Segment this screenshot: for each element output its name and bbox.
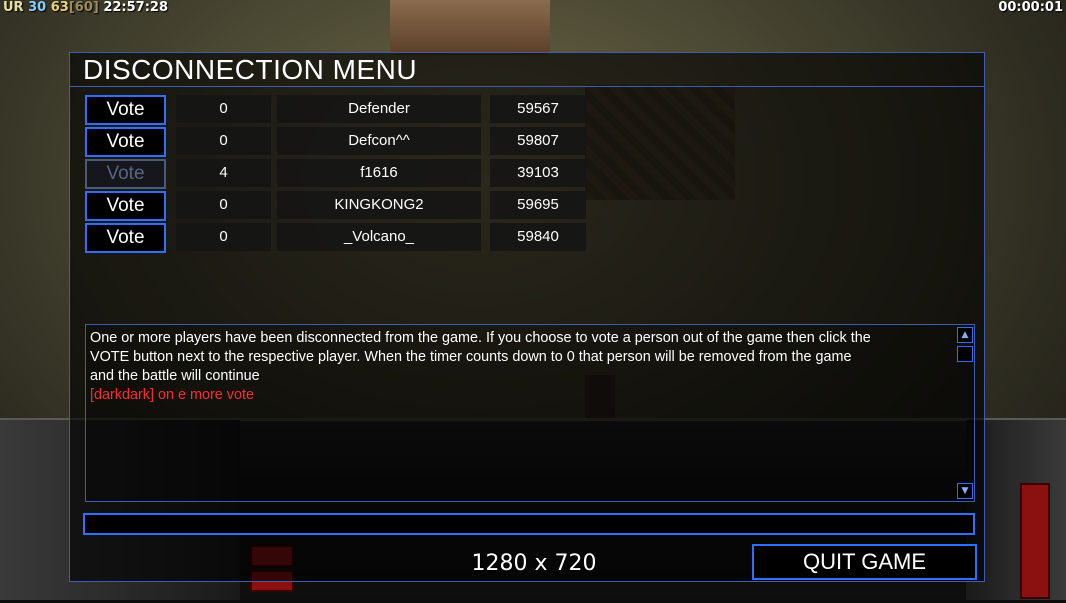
scroll-up-icon[interactable]: ▲ [957, 327, 973, 343]
vote-count: 0 [176, 95, 271, 123]
ping-bracket-value: [60] [68, 0, 99, 15]
player-name: f1616 [277, 159, 481, 187]
vote-button[interactable]: Vote [85, 95, 166, 125]
power-meter [1020, 483, 1050, 599]
player-ping: 59695 [490, 191, 586, 219]
ping-value: 63 [50, 0, 69, 15]
vote-alert-message: [darkdark] on e more vote [90, 387, 254, 403]
player-name: KINGKONG2 [277, 191, 481, 219]
player-name: Defcon^^ [277, 127, 481, 155]
player-ping: 59567 [490, 95, 586, 123]
system-clock: 22:57:28 [103, 0, 169, 15]
quit-game-button[interactable]: QUIT GAME [752, 544, 977, 580]
ur-label: UR [3, 0, 24, 15]
dialog-title: DISCONNECTION MENU [83, 54, 418, 85]
message-line: VOTE button next to the respective playe… [90, 349, 852, 365]
game-timer: 00:00:01 [998, 0, 1063, 15]
message-text: One or more players have been disconnect… [90, 329, 950, 405]
resolution-label: 1280 x 720 [471, 551, 597, 576]
message-scrollbar[interactable]: ▲ ▼ [956, 325, 974, 501]
performance-stats: UR 30 63[60] 22:57:28 [3, 0, 168, 15]
vote-button[interactable]: Vote [85, 191, 166, 221]
player-name: _Volcano_ [277, 223, 481, 251]
vote-button-disabled: Vote [85, 159, 166, 189]
message-log[interactable]: One or more players have been disconnect… [85, 324, 975, 502]
message-line: and the battle will continue [90, 368, 260, 384]
vote-count: 0 [176, 223, 271, 251]
chat-input[interactable] [83, 513, 975, 535]
player-ping: 39103 [490, 159, 586, 187]
player-ping: 59840 [490, 223, 586, 251]
vote-count: 0 [176, 191, 271, 219]
player-name: Defender [277, 95, 481, 123]
vote-count: 4 [176, 159, 271, 187]
message-line: One or more players have been disconnect… [90, 330, 871, 346]
scroll-thumb[interactable] [957, 346, 973, 362]
disconnection-dialog: DISCONNECTION MENU Vote 0 Defender 59567… [69, 52, 985, 582]
background-building [390, 0, 550, 55]
vote-count: 0 [176, 127, 271, 155]
scroll-down-icon[interactable]: ▼ [957, 483, 973, 499]
vote-button[interactable]: Vote [85, 127, 166, 157]
fps-value: 30 [28, 0, 47, 15]
player-ping: 59807 [490, 127, 586, 155]
vote-button[interactable]: Vote [85, 223, 166, 253]
title-divider [70, 86, 984, 87]
